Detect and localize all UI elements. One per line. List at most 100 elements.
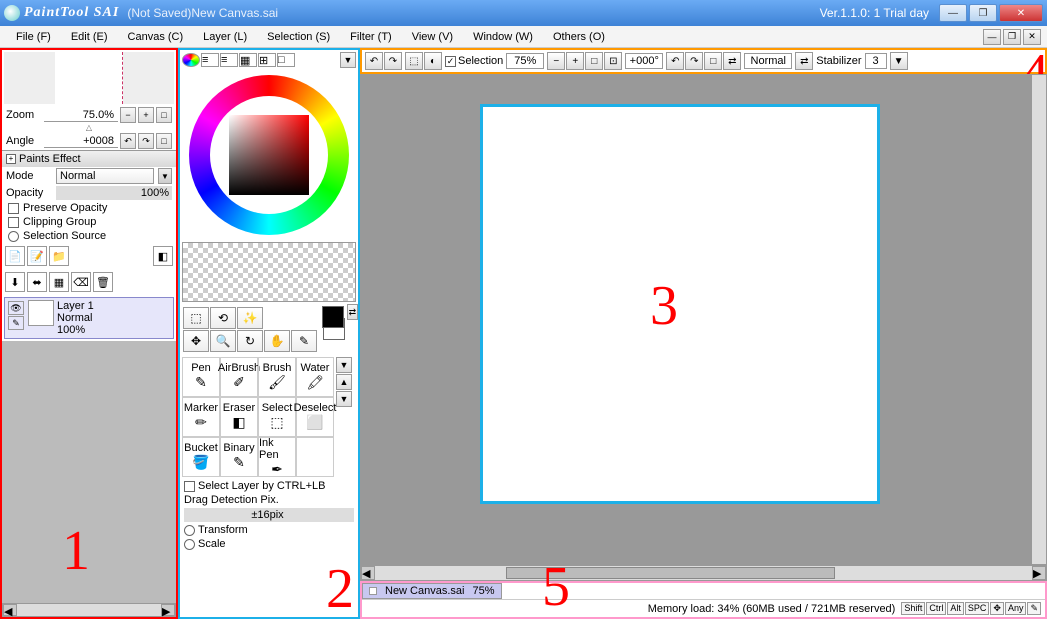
dropdown-arrow-icon[interactable]: ▼ [158,168,172,184]
saturation-value-box[interactable] [229,115,309,195]
rect-select-tool[interactable]: ⬚ [183,307,209,329]
angle-cw-button[interactable]: ↷ [138,133,154,149]
color-wheel-tab[interactable] [182,53,200,67]
navigator-preview[interactable] [4,52,174,104]
empty-brush-slot[interactable] [296,437,334,477]
paints-effect-header[interactable]: + Paints Effect [2,150,176,167]
mdi-restore-button[interactable]: ❐ [1003,29,1021,45]
tb-zoom-out[interactable]: − [547,52,565,70]
layer-edit-icon[interactable]: ✎ [8,316,24,330]
tb-zoom-in[interactable]: + [566,52,584,70]
clear-layer-button[interactable]: ⌫ [71,272,91,292]
zoom-in-button[interactable]: + [138,107,154,123]
angle-value[interactable]: +0008 [44,135,118,148]
clipping-group-checkbox[interactable] [8,217,19,228]
airbrush-tool[interactable]: AirBrush✐ [220,357,258,397]
selection-source-radio[interactable] [8,231,19,242]
gray-tab[interactable]: ▦ [239,53,257,67]
brush-scroll-up[interactable]: ▲ [336,374,352,390]
rotate-tool[interactable]: ↻ [237,330,263,352]
flatten-button[interactable]: ▦ [49,272,69,292]
pen-tool[interactable]: Pen✎ [182,357,220,397]
brush-panel-toggle[interactable]: ▼ [336,357,352,373]
toolbar-zoom-value[interactable]: 75% [506,53,544,69]
angle-ccw-button[interactable]: ↶ [120,133,136,149]
mode-dropdown[interactable]: Normal [56,168,154,184]
tb-rotate-reset[interactable]: □ [704,52,722,70]
foreground-color[interactable] [322,306,344,328]
zoom-slider[interactable]: △ [2,123,176,132]
menu-canvas[interactable]: Canvas (C) [118,29,194,45]
vertical-scrollbar[interactable] [1031,74,1047,565]
invert-sel-button[interactable]: ◐ [424,52,442,70]
eraser-tool[interactable]: Eraser◧ [220,397,258,437]
menu-layer[interactable]: Layer (L) [193,29,257,45]
new-linework-button[interactable]: 📝 [27,246,47,266]
water-tool[interactable]: Water🖍 [296,357,334,397]
menu-view[interactable]: View (V) [402,29,463,45]
new-layer-button[interactable]: 📄 [5,246,25,266]
canvas-viewport[interactable]: 3 [360,74,1031,565]
menu-selection[interactable]: Selection (S) [257,29,340,45]
merge-down-button[interactable]: ⬌ [27,272,47,292]
minimize-button[interactable]: — [939,4,967,22]
close-button[interactable]: ✕ [999,4,1043,22]
zoom-tool[interactable]: 🔍 [210,330,236,352]
layer-visibility-icon[interactable]: 👁 [8,301,24,315]
tb-zoom-fit[interactable]: □ [585,52,603,70]
preserve-opacity-checkbox[interactable] [8,203,19,214]
zoom-out-button[interactable]: − [120,107,136,123]
scratchpad[interactable] [182,242,356,302]
tb-blend-toggle[interactable]: ⇄ [795,52,813,70]
mdi-minimize-button[interactable]: — [983,29,1001,45]
color-picker-tool[interactable]: ✎ [291,330,317,352]
select-layer-ctrl-checkbox[interactable] [184,481,195,492]
document-tab[interactable]: New Canvas.sai 75% [362,583,502,599]
toolbar-angle-value[interactable]: +000° [625,53,663,69]
angle-reset-button[interactable]: □ [156,133,172,149]
menu-filter[interactable]: Filter (T) [340,29,402,45]
mdi-close-button[interactable]: ✕ [1023,29,1041,45]
tb-rotate-cw[interactable]: ↷ [685,52,703,70]
mask-button[interactable]: ◧ [153,246,173,266]
toolbar-blend[interactable]: Normal [744,53,792,69]
brush-scroll-down[interactable]: ▼ [336,391,352,407]
menu-window[interactable]: Window (W) [463,29,543,45]
navigator[interactable] [2,50,176,106]
menu-edit[interactable]: Edit (E) [61,29,118,45]
transfer-down-button[interactable]: ⬇ [5,272,25,292]
brush-tool[interactable]: Brush🖌 [258,357,296,397]
drag-detection-slider[interactable]: ±16pix [184,508,354,522]
selection-checkbox[interactable]: ✓ [445,56,456,67]
tb-zoom-actual[interactable]: ⊡ [604,52,622,70]
hand-tool[interactable]: ✋ [264,330,290,352]
stabilizer-dropdown[interactable]: ▼ [890,52,908,70]
color-swatches[interactable] [322,306,345,340]
menu-file[interactable]: File (F) [6,29,61,45]
zoom-reset-button[interactable]: □ [156,107,172,123]
horizontal-scrollbar[interactable]: ◀▶ [360,565,1047,581]
binary-tool[interactable]: Binary✎ [220,437,258,477]
zoom-value[interactable]: 75.0% [44,109,118,122]
tb-flip-h[interactable]: ⇄ [723,52,741,70]
stabilizer-value[interactable]: 3 [865,53,887,69]
undo-button[interactable]: ↶ [365,52,383,70]
rgb-slider-tab[interactable]: ≡ [201,53,219,67]
lasso-tool[interactable]: ⟲ [210,307,236,329]
menu-others[interactable]: Others (O) [543,29,615,45]
tb-rotate-ccw[interactable]: ↶ [666,52,684,70]
layer-item[interactable]: 👁 ✎ Layer 1 Normal 100% [4,297,174,339]
redo-button[interactable]: ↷ [384,52,402,70]
layer-thumbnail[interactable] [28,300,54,326]
scratch-tab[interactable]: □ [277,53,295,67]
bucket-tool[interactable]: Bucket🪣 [182,437,220,477]
magic-wand-tool[interactable]: ✨ [237,307,263,329]
marker-tool[interactable]: Marker✏ [182,397,220,437]
opacity-slider[interactable]: 100% [56,186,172,200]
canvas[interactable] [480,104,880,504]
swatch-tab[interactable]: ⊞ [258,53,276,67]
layer-scrollbar[interactable]: ◀▶ [2,603,176,617]
maximize-button[interactable]: ❐ [969,4,997,22]
deselect-button[interactable]: ⬚ [405,52,423,70]
delete-layer-button[interactable]: 🗑 [93,272,113,292]
